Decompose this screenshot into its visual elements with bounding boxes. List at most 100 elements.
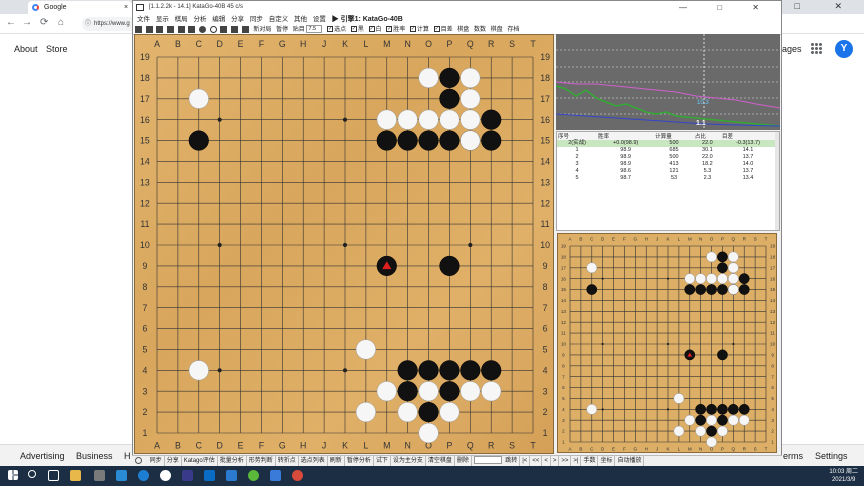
table-row[interactable]: 5 98.7 53 2.3 13.4 xyxy=(557,175,775,182)
menu-other[interactable]: 其他 xyxy=(294,16,307,23)
chrome-icon[interactable] xyxy=(160,470,171,481)
white-stone[interactable] xyxy=(706,414,717,426)
header-winrate[interactable]: 胜率 xyxy=(597,132,655,140)
white-stone[interactable] xyxy=(695,273,707,285)
file-explorer-icon[interactable] xyxy=(70,470,81,481)
white-stone[interactable] xyxy=(586,262,598,274)
table-row[interactable]: 4 98.6 121 5.3 13.7 xyxy=(557,168,775,175)
main-board-canvas[interactable]: AABBCCDDEEFFGGHHJJKKLLMMNNOOPPQQRRSSTT19… xyxy=(135,35,555,455)
white-stone[interactable] xyxy=(717,273,728,285)
white-stone[interactable] xyxy=(727,273,739,285)
lizzie-icon[interactable] xyxy=(182,470,193,481)
white-stone[interactable] xyxy=(376,109,397,130)
nav-button-8[interactable]: 坐标 xyxy=(598,456,616,466)
apps-grid-icon[interactable] xyxy=(811,43,822,54)
white-stone[interactable] xyxy=(673,425,685,437)
white-stone[interactable] xyxy=(727,262,739,274)
bottom-button-0[interactable]: 同步 xyxy=(148,456,165,466)
menu-file[interactable]: 文件 xyxy=(137,16,150,23)
menu-view[interactable]: 显示 xyxy=(156,16,169,23)
black-stone[interactable] xyxy=(695,414,707,426)
nav-button-2[interactable]: << xyxy=(530,456,543,466)
black-stone[interactable] xyxy=(376,130,397,151)
white-stone[interactable] xyxy=(481,381,502,402)
wechat-icon[interactable] xyxy=(248,470,259,481)
images-link[interactable]: ages xyxy=(782,44,802,54)
black-stone[interactable] xyxy=(418,402,439,423)
home-icon[interactable]: ⌂ xyxy=(58,17,64,28)
menu-game[interactable]: 棋局 xyxy=(175,16,188,23)
black-stone[interactable] xyxy=(397,130,418,151)
white-stone[interactable] xyxy=(188,360,209,381)
settings-icon[interactable] xyxy=(204,470,215,481)
move-number-input[interactable] xyxy=(473,456,502,465)
nav-button-5[interactable]: >> xyxy=(559,456,572,466)
menu-edit[interactable]: 编辑 xyxy=(212,16,225,23)
white-stone[interactable] xyxy=(355,339,376,360)
black-stone[interactable] xyxy=(439,360,460,381)
black-stone[interactable] xyxy=(460,360,481,381)
reload-icon[interactable]: ⟳ xyxy=(40,17,48,28)
header-ratio[interactable]: 占比 xyxy=(693,132,721,140)
app-icon-2[interactable] xyxy=(270,470,281,481)
search-icon[interactable] xyxy=(28,470,36,478)
business-link[interactable]: Business xyxy=(76,451,113,461)
table-scrollbar[interactable] xyxy=(775,132,779,230)
white-stone-icon[interactable] xyxy=(209,25,217,33)
white-stone[interactable] xyxy=(684,414,696,426)
black-stone[interactable] xyxy=(481,109,502,130)
sub-board-canvas[interactable]: AABBCCDDEEFFGGHHJJKKLLMMNNOOPPQQRRSSTT19… xyxy=(558,234,778,454)
header-visits[interactable]: 计算量 xyxy=(654,132,694,140)
bottom-button-6[interactable]: 选点列表 xyxy=(299,456,328,466)
menu-settings[interactable]: 设置 xyxy=(313,16,326,23)
undo-icon[interactable] xyxy=(188,25,196,33)
bottom-button-12[interactable]: 删除 xyxy=(455,456,472,466)
black-stone[interactable] xyxy=(481,360,502,381)
bottom-button-7[interactable]: 刷新 xyxy=(328,456,345,466)
play-icon[interactable] xyxy=(220,25,228,33)
table-row[interactable]: 3 98.9 413 18.2 14.0 xyxy=(557,161,775,168)
save-icon[interactable] xyxy=(145,25,153,33)
white-stone[interactable] xyxy=(727,251,739,263)
black-stone[interactable] xyxy=(586,284,598,295)
white-stone[interactable] xyxy=(418,109,439,130)
black-stone[interactable] xyxy=(695,403,707,415)
bottom-button-5[interactable]: 转折点 xyxy=(276,456,299,466)
mail-icon[interactable] xyxy=(226,470,237,481)
avatar[interactable]: Y xyxy=(835,40,853,58)
white-stone[interactable] xyxy=(460,109,481,130)
white-stone[interactable] xyxy=(418,422,439,444)
menu-custom[interactable]: 自定义 xyxy=(269,16,289,23)
bottom-button-11[interactable]: 清空棋盘 xyxy=(426,456,455,466)
black-stone[interactable] xyxy=(717,262,728,274)
advertising-link[interactable]: Advertising xyxy=(20,451,65,461)
white-stone[interactable] xyxy=(376,381,397,402)
start-icon[interactable] xyxy=(8,470,18,480)
bottom-button-8[interactable]: 暂停分析 xyxy=(345,456,374,466)
menu-share[interactable]: 分享 xyxy=(231,16,244,23)
app-icon-3[interactable] xyxy=(292,470,303,481)
black-stone[interactable] xyxy=(717,349,728,361)
back-icon[interactable]: ← xyxy=(6,17,16,28)
open-file-icon[interactable] xyxy=(135,25,142,33)
black-stone[interactable] xyxy=(727,403,739,415)
white-stone[interactable] xyxy=(188,88,209,109)
bottom-button-2[interactable]: Katago评估 xyxy=(182,456,218,466)
white-stone[interactable] xyxy=(418,67,439,88)
nav-button-4[interactable]: > xyxy=(551,456,560,466)
black-stone[interactable] xyxy=(418,360,439,381)
forward-icon[interactable]: → xyxy=(22,17,32,28)
table-row[interactable]: 2(实战) +0.0(98.9) 500 22.0 -0.3(13.7) xyxy=(557,140,775,147)
white-stone[interactable] xyxy=(439,402,460,423)
app-icon[interactable] xyxy=(94,470,105,481)
bottom-button-1[interactable]: 分享 xyxy=(165,456,182,466)
header-rank[interactable]: 序号 xyxy=(557,132,598,140)
white-stone[interactable] xyxy=(684,273,696,285)
black-stone[interactable] xyxy=(738,403,750,415)
analysis-icon[interactable] xyxy=(177,25,185,33)
white-stone[interactable] xyxy=(460,130,481,151)
black-stone[interactable] xyxy=(481,130,502,151)
white-stone[interactable] xyxy=(586,403,598,415)
menu-sync[interactable]: 同步 xyxy=(250,16,263,23)
task-view-icon[interactable] xyxy=(48,470,59,481)
